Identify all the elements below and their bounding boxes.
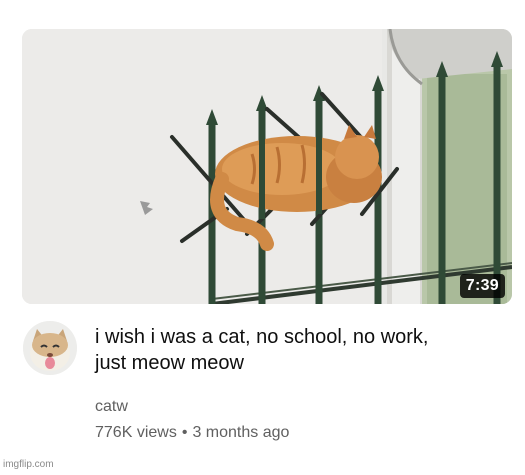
imgflip-watermark: imgflip.com [3, 459, 54, 470]
video-metadata: 776K views • 3 months ago [95, 424, 289, 442]
channel-name[interactable]: catw [95, 398, 128, 416]
meta-separator: • [181, 424, 188, 441]
video-title[interactable]: i wish i was a cat, no school, no work, … [95, 324, 495, 376]
cat-avatar-icon [23, 321, 77, 375]
video-thumbnail[interactable]: 7:39 [22, 29, 512, 304]
channel-avatar[interactable] [23, 321, 77, 375]
upload-age: 3 months ago [192, 424, 290, 441]
duration-badge: 7:39 [459, 274, 505, 298]
cat-on-fence-thumbnail [22, 29, 512, 304]
view-count: 776K views [95, 424, 177, 441]
